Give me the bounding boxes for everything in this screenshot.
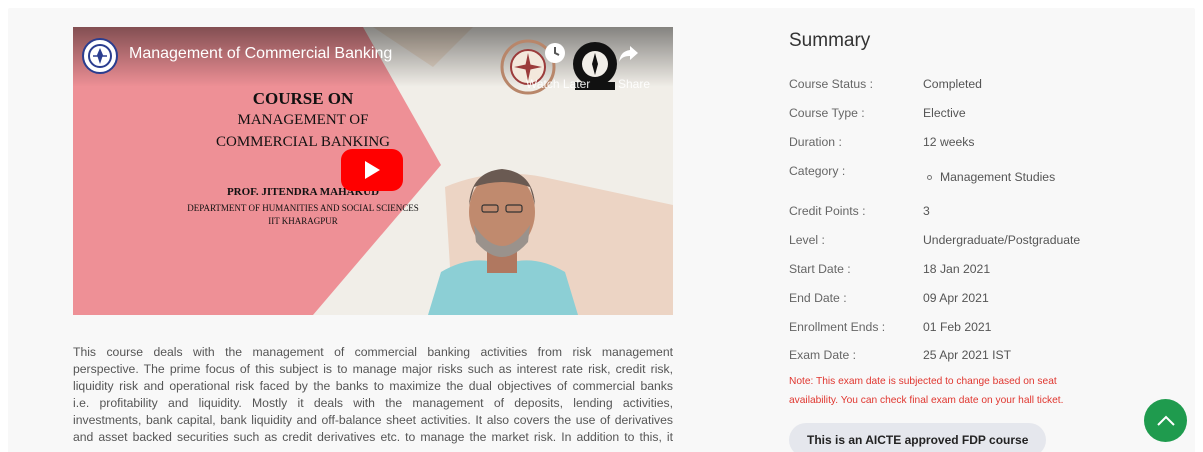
summary-value: 3	[923, 204, 930, 218]
description-line: investments, bank capital, bank liquidit…	[73, 413, 673, 427]
category-value[interactable]: Management Studies	[940, 170, 1055, 184]
description-line: perspective. The prime focus of this sub…	[73, 362, 673, 376]
slide-professor: PROF. JITENDRA MAHAKUD	[226, 186, 380, 198]
summary-label: End Date :	[789, 291, 847, 305]
bullet-icon	[927, 175, 932, 180]
share-label[interactable]: Share	[618, 77, 650, 91]
share-arrow-icon[interactable]	[618, 42, 640, 64]
note-line: availability. You can check final exam d…	[789, 395, 1064, 406]
summary-value: 09 Apr 2021	[923, 291, 989, 305]
summary-value: Completed	[923, 77, 982, 91]
fdp-badge: This is an AICTE approved FDP course	[789, 423, 1047, 452]
summary-value: 25 Apr 2021 IST	[923, 348, 1012, 362]
watch-later-label[interactable]: Watch Later	[526, 77, 590, 91]
scroll-to-top-button[interactable]	[1144, 399, 1187, 442]
video-player[interactable]: Management of Commercial Banking Watch L…	[73, 27, 673, 315]
summary-label: Course Status :	[789, 77, 873, 91]
summary-label: Start Date :	[789, 262, 851, 276]
play-button[interactable]	[341, 149, 403, 191]
summary-label: Credit Points :	[789, 204, 866, 218]
summary-label: Enrollment Ends :	[789, 320, 886, 334]
summary-label: Duration :	[789, 135, 842, 149]
slide-line-2: MANAGEMENT OF	[237, 112, 369, 128]
chevron-up-icon	[1156, 415, 1175, 426]
note-line: Note: This exam date is subjected to cha…	[789, 376, 1057, 387]
summary-label: Course Type :	[789, 106, 865, 120]
description-line: i.e. profitability and liquidity. Mostly…	[73, 396, 673, 410]
summary-label: Exam Date :	[789, 348, 857, 362]
slide-line-3: COMMERCIAL BANKING	[215, 134, 391, 150]
description-line: and asset backed securities such as cred…	[73, 430, 673, 444]
summary-value: 01 Feb 2021	[923, 320, 992, 334]
slide-department: DEPARTMENT OF HUMANITIES AND SOCIAL SCIE…	[187, 203, 419, 213]
course-description: This course deals with the management of…	[73, 344, 673, 446]
summary-value: Undergraduate/Postgraduate	[923, 233, 1081, 247]
play-icon	[365, 161, 380, 179]
summary-panel: Summary Course Status : Completed Course…	[789, 30, 1119, 452]
clock-icon[interactable]	[543, 41, 567, 65]
summary-label: Category :	[789, 164, 846, 178]
video-title[interactable]: Management of Commercial Banking	[129, 45, 392, 63]
exam-date-note: Note: This exam date is subjected to cha…	[789, 372, 1119, 410]
summary-value: 12 weeks	[923, 135, 975, 149]
summary-value: Elective	[923, 106, 966, 120]
description-line: This course deals with the management of…	[73, 345, 673, 359]
slide-institute: IIT KHARAGPUR	[268, 216, 338, 226]
slide-line-1: COURSE ON	[252, 89, 354, 108]
iit-logo-icon[interactable]	[82, 38, 118, 74]
summary-label: Level :	[789, 233, 825, 247]
summary-title: Summary	[789, 30, 871, 51]
category-list-item[interactable]: Management Studies	[923, 170, 1055, 184]
summary-value: 18 Jan 2021	[923, 262, 991, 276]
description-line: liquidity risk and operational risk face…	[73, 379, 673, 393]
